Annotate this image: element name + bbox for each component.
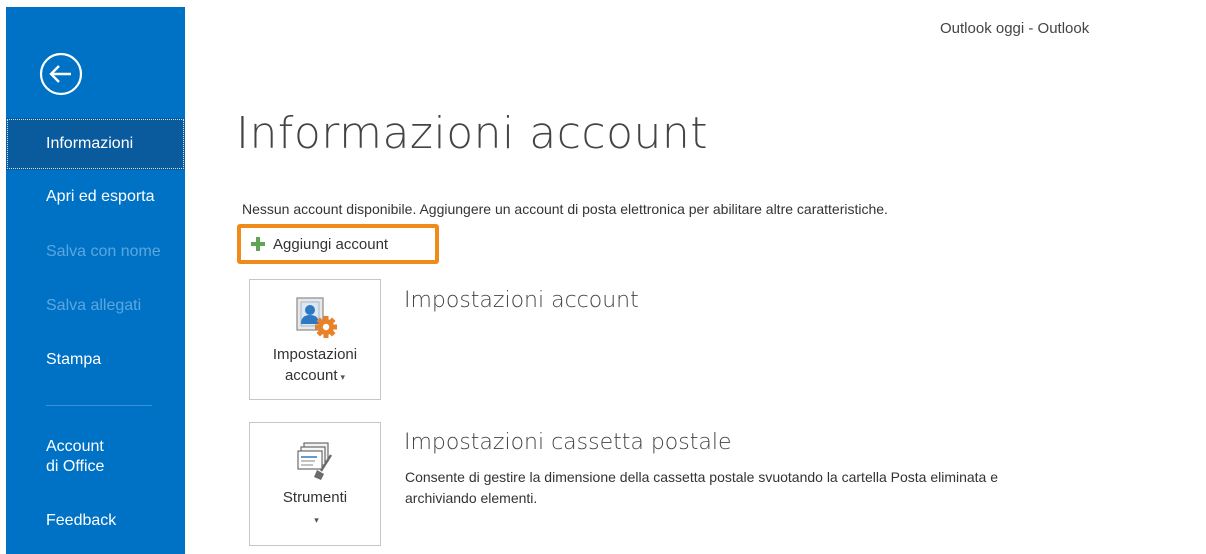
sidebar-item-stampa[interactable]: Stampa (6, 334, 185, 386)
no-account-message: Nessun account disponibile. Aggiungere u… (242, 201, 888, 217)
backstage-sidebar: Informazioni Apri ed esporta Salva con n… (6, 7, 185, 554)
tile-label: Strumenti ▾ (250, 487, 380, 531)
section-title-account-settings: Impostazioni account (404, 288, 639, 313)
sidebar-divider (46, 405, 152, 406)
sidebar-item-label: Salva con nome (46, 243, 161, 260)
sidebar-item-label-line1: Account (46, 438, 104, 455)
back-button[interactable] (38, 51, 84, 97)
sidebar-item-apri-ed-esporta[interactable]: Apri ed esporta (6, 171, 185, 223)
sidebar-item-account-di-office[interactable]: Account di Office (6, 427, 185, 487)
account-settings-button[interactable]: Impostazioni account ▾ (249, 279, 381, 400)
tile-label-text: Strumenti (282, 489, 348, 506)
chevron-down-icon: ▾ (314, 515, 319, 525)
sidebar-item-label: Apri ed esporta (46, 188, 155, 205)
sidebar-item-salva-allegati: Salva allegati (6, 280, 185, 332)
sidebar-item-label: Informazioni (46, 135, 134, 152)
tile-label: Impostazioni account ▾ (250, 344, 380, 388)
page-title: Informazioni account (236, 108, 709, 159)
back-arrow-icon (39, 52, 83, 96)
tile-label-line2: account (284, 367, 338, 384)
sidebar-item-label: Feedback (46, 512, 117, 529)
sidebar-item-informazioni[interactable]: Informazioni (6, 118, 185, 170)
section-title-mailbox-settings: Impostazioni cassetta postale (404, 430, 732, 455)
add-account-label: Aggiungi account (273, 235, 389, 253)
tools-button[interactable]: Strumenti ▾ (249, 422, 381, 546)
account-settings-icon (296, 297, 337, 338)
window-title: Outlook oggi - Outlook (940, 20, 1090, 37)
sidebar-item-label-line2: di Office (46, 458, 105, 475)
add-account-button[interactable]: Aggiungi account (237, 224, 439, 264)
tile-label-line1: Impostazioni (272, 346, 358, 363)
mailbox-cleanup-icon (297, 442, 333, 480)
section-description-mailbox-settings: Consente di gestire la dimensione della … (405, 469, 999, 506)
sidebar-item-feedback[interactable]: Feedback (6, 495, 185, 547)
plus-icon (251, 237, 265, 251)
sidebar-item-label: Stampa (46, 351, 102, 368)
chevron-down-icon: ▾ (340, 372, 346, 382)
sidebar-item-label: Salva allegati (46, 297, 142, 314)
sidebar-item-label: Account di Office (46, 437, 104, 477)
sidebar-item-salva-con-nome: Salva con nome (6, 226, 185, 278)
